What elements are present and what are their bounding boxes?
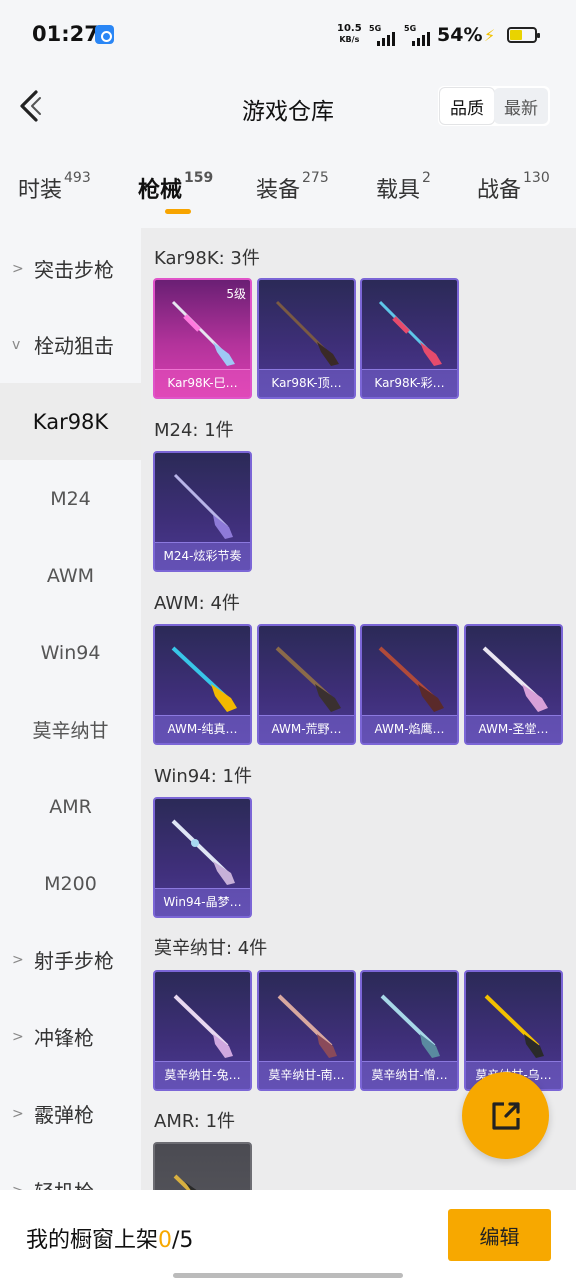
item-name: Win94-晶梦… xyxy=(155,888,250,916)
item-name: 莫辛纳甘-南… xyxy=(259,1061,354,1089)
nav-smg[interactable]: > 冲锋枪 xyxy=(0,998,141,1075)
rifle-icon xyxy=(275,300,339,366)
nav-m200[interactable]: M200 xyxy=(0,845,141,922)
item-card[interactable]: AWM-圣堂… xyxy=(464,624,563,745)
tab-vehicles[interactable]: 载具 2 xyxy=(376,170,431,204)
item-card[interactable]: 莫辛纳甘-憎… xyxy=(360,970,459,1091)
item-card[interactable]: AWM-焰鹰… xyxy=(360,624,459,745)
nav-m24[interactable]: M24 xyxy=(0,460,141,537)
header: 游戏仓库 品质 最新 xyxy=(0,62,576,152)
hotspot-icon xyxy=(95,25,114,44)
chevron-right-icon: > xyxy=(12,1105,24,1122)
item-name: Kar98K-彩… xyxy=(362,369,457,397)
active-tab-indicator xyxy=(165,209,191,214)
nav-bolt-sniper[interactable]: v 栓动狙击 xyxy=(0,306,141,383)
home-indicator[interactable] xyxy=(173,1273,403,1278)
item-name: Kar98K-顶… xyxy=(259,369,354,397)
rifle-icon xyxy=(173,994,233,1058)
group-title: 莫辛纳甘: 4件 xyxy=(154,938,268,959)
share-button[interactable] xyxy=(462,1072,549,1159)
signal-icon: 5G xyxy=(369,24,399,46)
rifle-icon xyxy=(277,994,337,1058)
item-name: 莫辛纳甘-憎… xyxy=(362,1061,457,1089)
item-name: AWM-焰鹰… xyxy=(362,715,457,743)
tab-supplies[interactable]: 战备 130 xyxy=(477,170,550,204)
chevron-right-icon: > xyxy=(12,1028,24,1045)
signal-icon: 5G xyxy=(404,24,434,46)
edit-button[interactable]: 编辑 xyxy=(448,1209,551,1261)
sort-toggle: 品质 最新 xyxy=(438,86,550,126)
nav-mosin[interactable]: 莫辛纳甘 xyxy=(0,691,141,768)
item-name: M24-炫彩节奏 xyxy=(155,542,250,570)
showcase-status: 我的橱窗上架0/5 xyxy=(26,1228,194,1253)
chevron-right-icon: > xyxy=(12,260,24,277)
item-card[interactable]: Kar98K-顶… xyxy=(257,278,356,399)
nav-awm[interactable]: AWM xyxy=(0,537,141,614)
nav-assault-rifle[interactable]: > 突击步枪 xyxy=(0,230,141,307)
item-name: AWM-纯真… xyxy=(155,715,250,743)
item-card[interactable]: Kar98K-彩… xyxy=(360,278,459,399)
item-card[interactable]: 5级 Kar98K-巳… xyxy=(153,278,252,399)
tab-outfits[interactable]: 时装 493 xyxy=(18,170,91,204)
chevron-right-icon: > xyxy=(12,951,24,968)
inventory-content: Kar98K: 3件 5级 Kar98K-巳… Kar98K-顶… Kar98K… xyxy=(141,228,576,1190)
tab-guns[interactable]: 枪械 159 xyxy=(138,170,213,204)
weapon-sidenav: > 突击步枪 v 栓动狙击 Kar98K M24 AWM Win94 莫辛纳甘 AM… xyxy=(0,228,141,1190)
bottom-bar: 我的橱窗上架0/5 编辑 xyxy=(0,1190,576,1280)
tab-equipment[interactable]: 装备 275 xyxy=(256,170,329,204)
nav-shotgun[interactable]: > 霰弹枪 xyxy=(0,1075,141,1152)
chevron-down-icon: v xyxy=(12,336,21,353)
rifle-icon xyxy=(380,994,440,1058)
item-card[interactable]: 莫辛纳甘-南… xyxy=(257,970,356,1091)
rifle-icon xyxy=(171,819,235,885)
battery-icon xyxy=(507,27,540,43)
group-title: AWM: 4件 xyxy=(154,593,240,614)
rifle-icon xyxy=(173,1174,197,1190)
net-speed: 10.5 KB/s xyxy=(337,23,362,45)
charging-icon: ⚡ xyxy=(484,26,496,45)
item-level: 5级 xyxy=(226,287,246,301)
group-title: Win94: 1件 xyxy=(154,766,252,787)
item-name: AWM-圣堂… xyxy=(466,715,561,743)
rifle-icon xyxy=(173,473,233,539)
nav-amr[interactable]: AMR xyxy=(0,768,141,845)
nav-kar98k[interactable]: Kar98K xyxy=(0,383,141,460)
rifle-icon xyxy=(484,994,544,1058)
group-title: Kar98K: 3件 xyxy=(154,248,260,269)
group-title: AMR: 1件 xyxy=(154,1111,236,1132)
item-card[interactable]: 莫辛纳甘-兔… xyxy=(153,970,252,1091)
item-name: AWM-荒野… xyxy=(259,715,354,743)
rifle-icon xyxy=(275,646,341,712)
status-time: 01:27 xyxy=(32,22,99,46)
chevron-right-icon: > xyxy=(12,1183,30,1191)
rifle-icon xyxy=(482,646,548,712)
nav-lmg[interactable]: >轻机枪 xyxy=(0,1152,141,1190)
rifle-icon xyxy=(378,646,444,712)
sort-latest-button[interactable]: 最新 xyxy=(494,88,548,124)
status-bar: 01:27 10.5 KB/s 5G 5G 54% ⚡ xyxy=(0,0,576,62)
nav-win94[interactable]: Win94 xyxy=(0,614,141,691)
item-card[interactable]: M24-炫彩节奏 xyxy=(153,451,252,572)
rifle-icon xyxy=(171,646,237,712)
group-title: M24: 1件 xyxy=(154,420,234,441)
rifle-icon xyxy=(378,300,442,366)
sort-quality-button[interactable]: 品质 xyxy=(440,88,494,124)
share-icon xyxy=(491,1101,520,1130)
item-card[interactable]: AWM-荒野… xyxy=(257,624,356,745)
item-card[interactable]: Win94-晶梦… xyxy=(153,797,252,918)
battery-percent: 54% xyxy=(437,24,483,46)
nav-marksman-rifle[interactable]: > 射手步枪 xyxy=(0,921,141,998)
item-name: Kar98K-巳… xyxy=(155,369,250,397)
item-card[interactable] xyxy=(153,1142,252,1190)
rifle-icon xyxy=(171,300,235,366)
item-card[interactable]: AWM-纯真… xyxy=(153,624,252,745)
item-name: 莫辛纳甘-兔… xyxy=(155,1061,250,1089)
category-tabs: 时装 493 枪械 159 装备 275 载具 2 战备 130 xyxy=(0,152,576,228)
